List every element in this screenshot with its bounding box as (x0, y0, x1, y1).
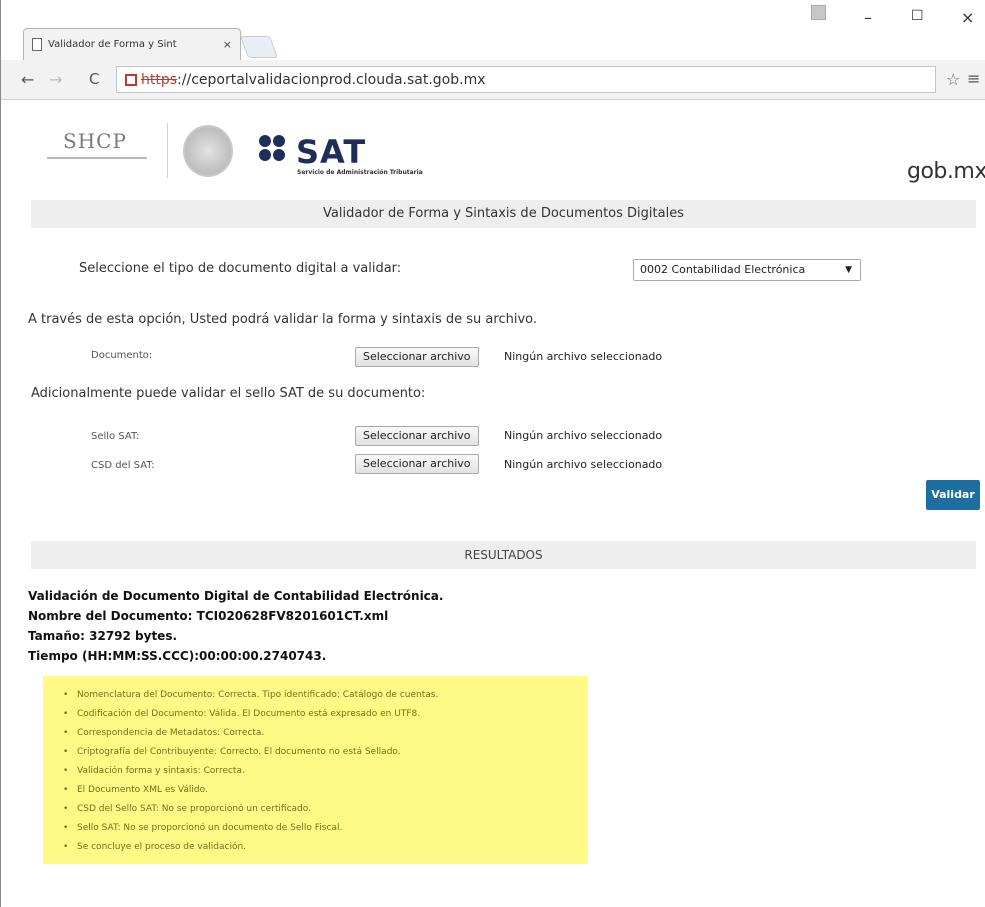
check-item: • Sello SAT: No se proporcionó un documen… (63, 819, 588, 838)
browser-tab[interactable]: Validador de Forma y Sint × (23, 28, 241, 60)
address-bar[interactable]: https ://ceportalvalidacionprod.clouda.s… (116, 66, 936, 93)
page-icon (32, 38, 42, 51)
shcp-logo-text: SHCP (63, 129, 127, 153)
sat-logo-text: SAT (296, 133, 367, 171)
document-label: Documento: (91, 350, 153, 361)
additional-text: Adicionalmente puede validar el sello SA… (31, 386, 426, 401)
sello-sat-label: Sello SAT: (91, 431, 140, 442)
result-line: Nombre del Documento: TCI020628FV8201601… (28, 609, 389, 623)
menu-icon[interactable]: ≡ (967, 69, 980, 88)
check-item: • Se concluye el proceso de validación. (63, 838, 588, 857)
dropdown-arrow-icon: ▼ (845, 265, 852, 275)
doctype-selected-value: 0002 Contabilidad Electrónica (640, 263, 806, 276)
sello-file-button[interactable]: Seleccionar archivo (355, 426, 479, 446)
check-item: • CSD del Sello SAT: No se proporcionó un… (63, 800, 588, 819)
doctype-select[interactable]: 0002 Contabilidad Electrónica ▼ (633, 259, 861, 281)
browser-window: Validador de Forma y Sint × – ☐ × ← → C … (0, 0, 985, 907)
document-file-button[interactable]: Seleccionar archivo (355, 347, 479, 367)
mexico-seal-icon (183, 125, 233, 177)
tab-close-icon[interactable]: × (223, 38, 232, 51)
check-item: • Criptografía del Contribuyente: Correct… (63, 743, 588, 762)
bullet-icon: • (63, 823, 69, 833)
bullet-icon: • (63, 747, 69, 757)
shcp-logo: SHCP (47, 123, 159, 175)
new-tab-button[interactable] (239, 36, 279, 58)
bullet-icon: • (63, 728, 69, 738)
document-file-status: Ningún archivo seleccionado (504, 350, 663, 363)
sat-dot-icon (273, 135, 285, 147)
page-title: Validador de Forma y Sintaxis de Documen… (31, 200, 976, 228)
instruction-text: A través de esta opción, Usted podrá val… (28, 312, 537, 327)
check-item: • Correspondencia de Metadatos: Correcta. (63, 724, 588, 743)
check-item: • Codificación del Documento: Válida. El … (63, 705, 588, 724)
back-icon[interactable]: ← (21, 70, 34, 89)
bullet-icon: • (63, 766, 69, 776)
check-item: • El Documento XML es Válido. (63, 781, 588, 800)
minimize-button[interactable]: – (864, 8, 872, 27)
bullet-icon: • (63, 804, 69, 814)
sat-dot-icon (259, 135, 271, 147)
title-bar: Validador de Forma y Sint × – ☐ × (1, 0, 985, 60)
bullet-icon: • (63, 690, 69, 700)
close-window-button[interactable]: × (961, 8, 974, 27)
maximize-button[interactable]: ☐ (911, 8, 924, 24)
bullet-icon: • (63, 785, 69, 795)
gobmx-logo[interactable]: gob.mx (907, 159, 985, 184)
sat-dot-icon (273, 149, 285, 161)
bookmark-star-icon[interactable]: ☆ (946, 70, 960, 89)
forward-icon[interactable]: → (49, 70, 62, 89)
result-line: Tamaño: 32792 bytes. (28, 629, 178, 643)
validation-checks-list: • Nomenclatura del Documento: Correcta. T… (63, 686, 588, 857)
results-summary: Validación de Documento Digital de Conta… (28, 586, 443, 666)
shcp-logo-line (47, 157, 147, 159)
csd-sat-label: CSD del SAT: (91, 460, 155, 471)
sello-file-status: Ningún archivo seleccionado (504, 429, 663, 442)
result-line: Validación de Documento Digital de Conta… (28, 589, 444, 603)
validation-checks-box: • Nomenclatura del Documento: Correcta. T… (43, 676, 588, 864)
tab-title: Validador de Forma y Sint (48, 39, 177, 50)
bullet-icon: • (63, 842, 69, 852)
results-title: RESULTADOS (31, 541, 976, 569)
logo-divider (167, 123, 168, 178)
reload-icon[interactable]: C (89, 70, 99, 88)
url-text: ://ceportalvalidacionprod.clouda.sat.gob… (177, 71, 486, 88)
doctype-label: Seleccione el tipo de documento digital … (79, 261, 402, 276)
check-item: • Validación forma y sintaxis: Correcta. (63, 762, 588, 781)
csd-file-button[interactable]: Seleccionar archivo (355, 454, 479, 474)
bullet-icon: • (63, 709, 69, 719)
url-protocol: https (141, 71, 178, 88)
sat-dot-icon (259, 149, 271, 161)
sat-logo-subtitle: Servicio de Administración Tributaria (297, 169, 423, 176)
profile-icon[interactable] (811, 5, 826, 20)
insecure-lock-icon (125, 73, 137, 86)
validar-button[interactable]: Validar (926, 480, 980, 510)
check-item: • Nomenclatura del Documento: Correcta. T… (63, 686, 588, 705)
result-line: Tiempo (HH:MM:SS.CCC):00:00:00.2740743. (28, 649, 327, 663)
sat-logo: SAT Servicio de Administración Tributari… (259, 131, 489, 179)
page-content: SHCP SAT Servicio de Administración Trib… (1, 101, 985, 907)
csd-file-status: Ningún archivo seleccionado (504, 458, 663, 471)
